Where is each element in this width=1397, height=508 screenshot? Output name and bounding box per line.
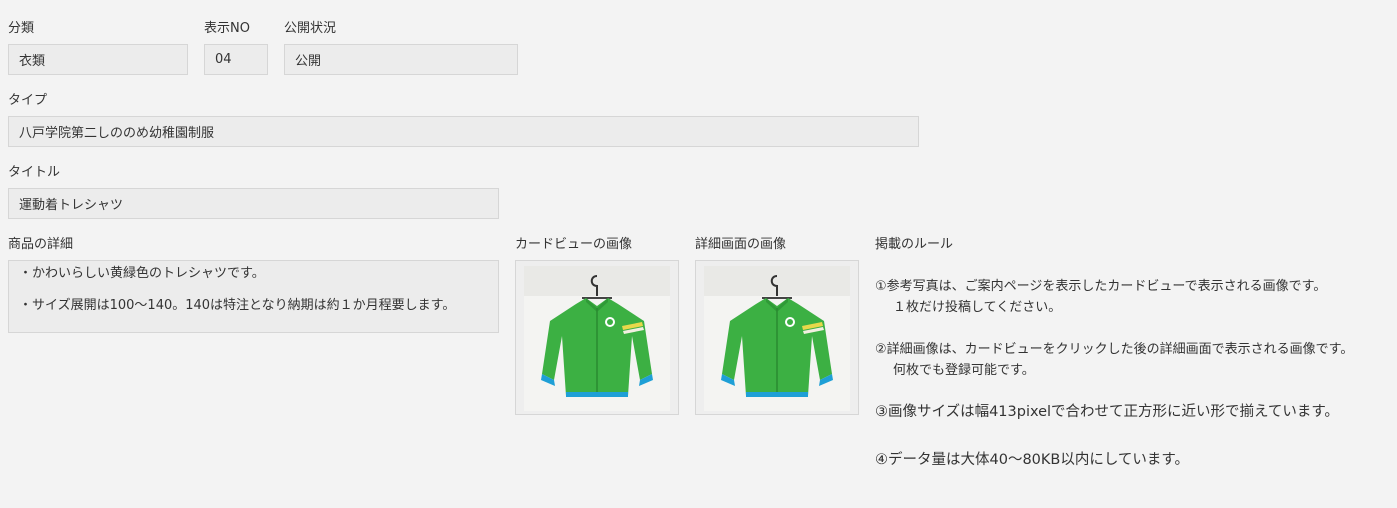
rule-2-line-2: 何枚でも登録可能です。 <box>893 363 1035 378</box>
rule-1-line-2: １枚だけ投稿してください。 <box>893 300 1062 315</box>
rule-2-line-1: ②詳細画像は、カードビューをクリックした後の詳細画面で表示される画像です。 <box>875 342 1354 357</box>
publish-status-label: 公開状況 <box>284 21 337 36</box>
category-label: 分類 <box>8 21 35 36</box>
details-line-1: ・かわいらしい黄緑色のトレシャツです。 <box>19 266 265 281</box>
type-label: タイプ <box>8 93 48 108</box>
rule-3-line-1: ③画像サイズは幅413pixelで合わせて正方形に近い形で揃えています。 <box>875 404 1339 420</box>
green-track-jacket-photo <box>704 266 850 411</box>
title-field[interactable]: 運動着トレシャツ <box>8 188 499 219</box>
rules-list: ①参考写真は、ご案内ページを表示したカードビューで表示される画像です。 １枚だけ… <box>875 276 1353 471</box>
rule-1-line-1: ①参考写真は、ご案内ページを表示したカードビューで表示される画像です。 <box>875 279 1327 294</box>
type-field[interactable]: 八戸学院第二しののめ幼稚園制服 <box>8 116 919 147</box>
card-view-image-label: カードビューの画像 <box>515 237 633 252</box>
display-no-label: 表示NO <box>204 21 250 36</box>
display-no-field[interactable]: 04 <box>204 44 268 75</box>
card-view-image-box[interactable] <box>515 260 679 415</box>
detail-view-image-box[interactable] <box>695 260 859 415</box>
green-track-jacket-photo <box>524 266 670 411</box>
category-field[interactable]: 衣類 <box>8 44 188 75</box>
details-textarea[interactable]: ・かわいらしい黄緑色のトレシャツです。 ・サイズ展開は100～140。140は特… <box>8 260 499 333</box>
title-label: タイトル <box>8 165 61 180</box>
detail-view-image-label: 詳細画面の画像 <box>695 237 787 252</box>
details-line-2: ・サイズ展開は100～140。140は特注となり納期は約１か月程要します。 <box>19 298 456 313</box>
details-label: 商品の詳細 <box>8 237 74 252</box>
publish-status-field[interactable]: 公開 <box>284 44 518 75</box>
rules-heading: 掲載のルール <box>875 237 954 252</box>
rule-4-line-1: ④データ量は大体40～80KB以内にしています。 <box>875 452 1189 468</box>
